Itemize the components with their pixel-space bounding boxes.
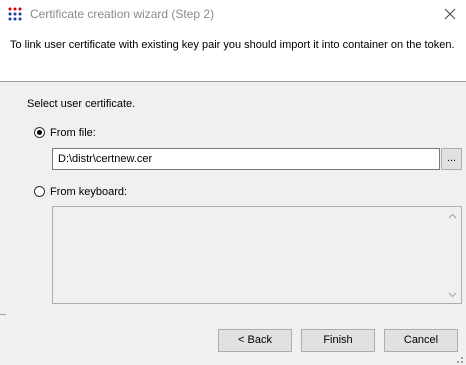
scroll-down-arrow-icon[interactable]	[444, 286, 461, 303]
scroll-up-arrow-icon[interactable]	[444, 207, 461, 224]
cancel-button[interactable]: Cancel	[384, 329, 458, 352]
app-icon	[7, 6, 23, 22]
textarea-scrollbar[interactable]	[444, 207, 461, 303]
from-file-label[interactable]: From file:	[50, 127, 96, 139]
select-certificate-label: Select user certificate.	[27, 98, 136, 110]
finish-button[interactable]: Finish	[301, 329, 375, 352]
header-instruction: To link user certificate with existing k…	[10, 39, 455, 51]
back-button[interactable]: < Back	[218, 329, 292, 352]
window-title: Certificate creation wizard (Step 2)	[30, 7, 215, 21]
browse-button[interactable]: ...	[441, 148, 462, 170]
divider	[0, 314, 6, 315]
keyboard-certificate-textarea[interactable]	[52, 206, 462, 304]
file-path-input[interactable]: D:\distr\certnew.cer	[52, 148, 440, 170]
close-button[interactable]	[436, 4, 464, 24]
resize-grip-icon[interactable]	[452, 352, 464, 364]
from-keyboard-radio[interactable]	[34, 186, 45, 197]
close-icon	[444, 8, 456, 20]
from-file-radio[interactable]	[34, 127, 45, 138]
wizard-header: To link user certificate with existing k…	[0, 29, 466, 82]
radio-selected-dot	[37, 130, 42, 135]
from-keyboard-label[interactable]: From keyboard:	[50, 186, 127, 198]
title-bar: Certificate creation wizard (Step 2)	[0, 0, 466, 29]
